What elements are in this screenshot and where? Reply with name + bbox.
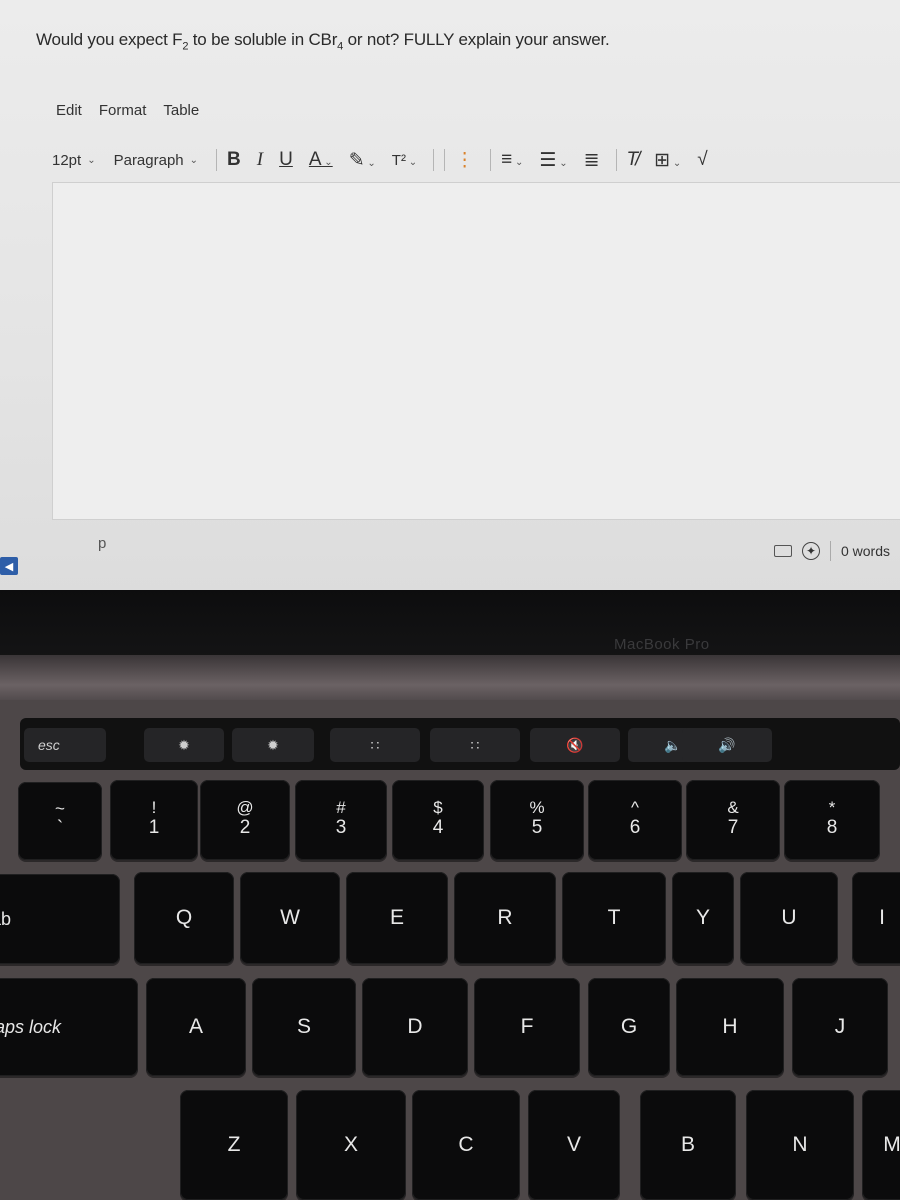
chevron-down-icon: ⌄ [87, 154, 96, 166]
key-tab[interactable]: tab [0, 874, 120, 964]
toolbar-divider [433, 149, 435, 171]
question-text: Would you expect F2 to be soluble in CBr… [36, 30, 610, 53]
word-count: 0 words [840, 543, 890, 559]
table-icon: ⊞ [654, 149, 671, 171]
text-color-button[interactable]: A ⌄ [309, 149, 333, 171]
key-n[interactable]: N [746, 1090, 854, 1200]
laptop-hinge [0, 655, 900, 705]
editor-toolbar: 12pt ⌄ Paragraph ⌄ B I U A ⌄ ✎ ⌄ T² ⌄ ⋮ ≡ … [52, 142, 900, 178]
key-x[interactable]: X [296, 1090, 406, 1200]
volume-up-icon[interactable]: 🔊 [682, 728, 772, 762]
key-6[interactable]: ^ 6 [588, 780, 682, 860]
key-q[interactable]: Q [134, 872, 234, 964]
key-i[interactable]: I [852, 872, 900, 964]
key-g[interactable]: G [588, 978, 670, 1076]
block-format-select[interactable]: Paragraph ⌄ [114, 152, 198, 169]
superscript-button[interactable]: T² ⌄ [392, 152, 417, 169]
key-w[interactable]: W [240, 872, 340, 964]
list-button[interactable]: ☰ ⌄ [539, 149, 567, 172]
align-button[interactable]: ≡ ⌄ [501, 149, 523, 171]
clear-formatting-button[interactable]: T̸ [627, 149, 639, 171]
menu-edit[interactable]: Edit [56, 102, 82, 119]
toolbar-divider [216, 149, 218, 171]
key-t[interactable]: T [562, 872, 666, 964]
editor-statusbar: p ✦ 0 words [52, 525, 900, 581]
chevron-down-icon: ⌄ [670, 157, 682, 169]
key-3[interactable]: #3 [295, 780, 387, 860]
key-a[interactable]: A [146, 978, 246, 1076]
underline-button[interactable]: U [279, 149, 293, 171]
font-size-select[interactable]: 12pt ⌄ [52, 152, 96, 169]
toolbar-divider [444, 149, 446, 171]
element-path[interactable]: p [98, 535, 106, 552]
key-4[interactable]: $4 [392, 780, 484, 860]
chevron-down-icon: ⌄ [321, 157, 333, 168]
chevron-down-icon: ⌄ [364, 157, 376, 169]
toolbar-divider [615, 149, 617, 171]
table-button[interactable]: ⊞ ⌄ [654, 149, 681, 172]
chevron-down-icon: ⌄ [556, 157, 568, 169]
key-e[interactable]: E [346, 872, 448, 964]
key-u[interactable]: U [740, 872, 838, 964]
chevron-down-icon: ⌄ [405, 156, 418, 168]
statusbar-divider [829, 541, 831, 561]
editor-menubar: Edit Format Table [56, 102, 199, 119]
menu-format[interactable]: Format [99, 102, 147, 119]
key-d[interactable]: D [362, 978, 468, 1076]
key-y[interactable]: Y [672, 872, 734, 964]
toolbar-divider [490, 149, 492, 171]
macbook-label: MacBook Pro [614, 636, 710, 653]
italic-button[interactable]: I [257, 149, 263, 171]
keyboard-light-down-icon[interactable]: ∷ [330, 728, 420, 762]
laptop-bezel [0, 590, 900, 660]
esc-key[interactable]: esc [24, 728, 106, 762]
speaker-icon[interactable]: ◀ [0, 557, 18, 575]
key-f[interactable]: F [474, 978, 580, 1076]
screen: Would you expect F2 to be soluble in CBr… [0, 0, 900, 600]
key-8[interactable]: * 8 [784, 780, 880, 860]
keyboard-light-up-icon[interactable]: ∷ [430, 728, 520, 762]
key-j[interactable]: J [792, 978, 888, 1076]
align-icon: ≡ [501, 149, 513, 170]
key-1[interactable]: ! 1 [110, 780, 198, 860]
key-z[interactable]: Z [180, 1090, 288, 1200]
highlight-color-button[interactable]: ✎ ⌄ [349, 149, 376, 172]
key-r[interactable]: R [454, 872, 556, 964]
highlighter-icon: ✎ [348, 149, 365, 171]
more-options-icon[interactable]: ⋮ [455, 149, 474, 172]
bold-button[interactable]: B [227, 149, 241, 171]
touch-bar: esc ✹ ✹ ∷ ∷ 🔇 🔈 🔊 [20, 718, 900, 770]
key-b[interactable]: B [640, 1090, 736, 1200]
mute-icon[interactable]: 🔇 [530, 728, 620, 762]
key-s[interactable]: S [252, 978, 356, 1076]
key-backtick[interactable]: ~ ` [18, 782, 102, 860]
accessibility-icon[interactable]: ✦ [801, 542, 820, 560]
key-v[interactable]: V [528, 1090, 620, 1200]
formula-button[interactable]: √ [697, 149, 707, 171]
rich-text-editor[interactable] [52, 182, 900, 520]
key-7[interactable]: & 7 [686, 780, 780, 860]
brightness-down-icon[interactable]: ✹ [144, 728, 224, 762]
menu-table[interactable]: Table [163, 102, 199, 119]
chevron-down-icon: ⌄ [189, 154, 199, 166]
key-h[interactable]: H [676, 978, 784, 1076]
chevron-down-icon: ⌄ [512, 157, 524, 168]
key-c[interactable]: C [412, 1090, 520, 1200]
key-m[interactable]: M [862, 1090, 900, 1200]
key-5[interactable]: % 5 [490, 780, 584, 860]
indent-button[interactable]: ≣ [584, 149, 600, 172]
key-caps-lock[interactable]: caps lock [0, 978, 138, 1076]
keyboard-icon[interactable] [773, 545, 792, 557]
key-2[interactable]: @2 [200, 780, 290, 860]
list-icon: ☰ [539, 149, 557, 171]
brightness-up-icon[interactable]: ✹ [232, 728, 314, 762]
